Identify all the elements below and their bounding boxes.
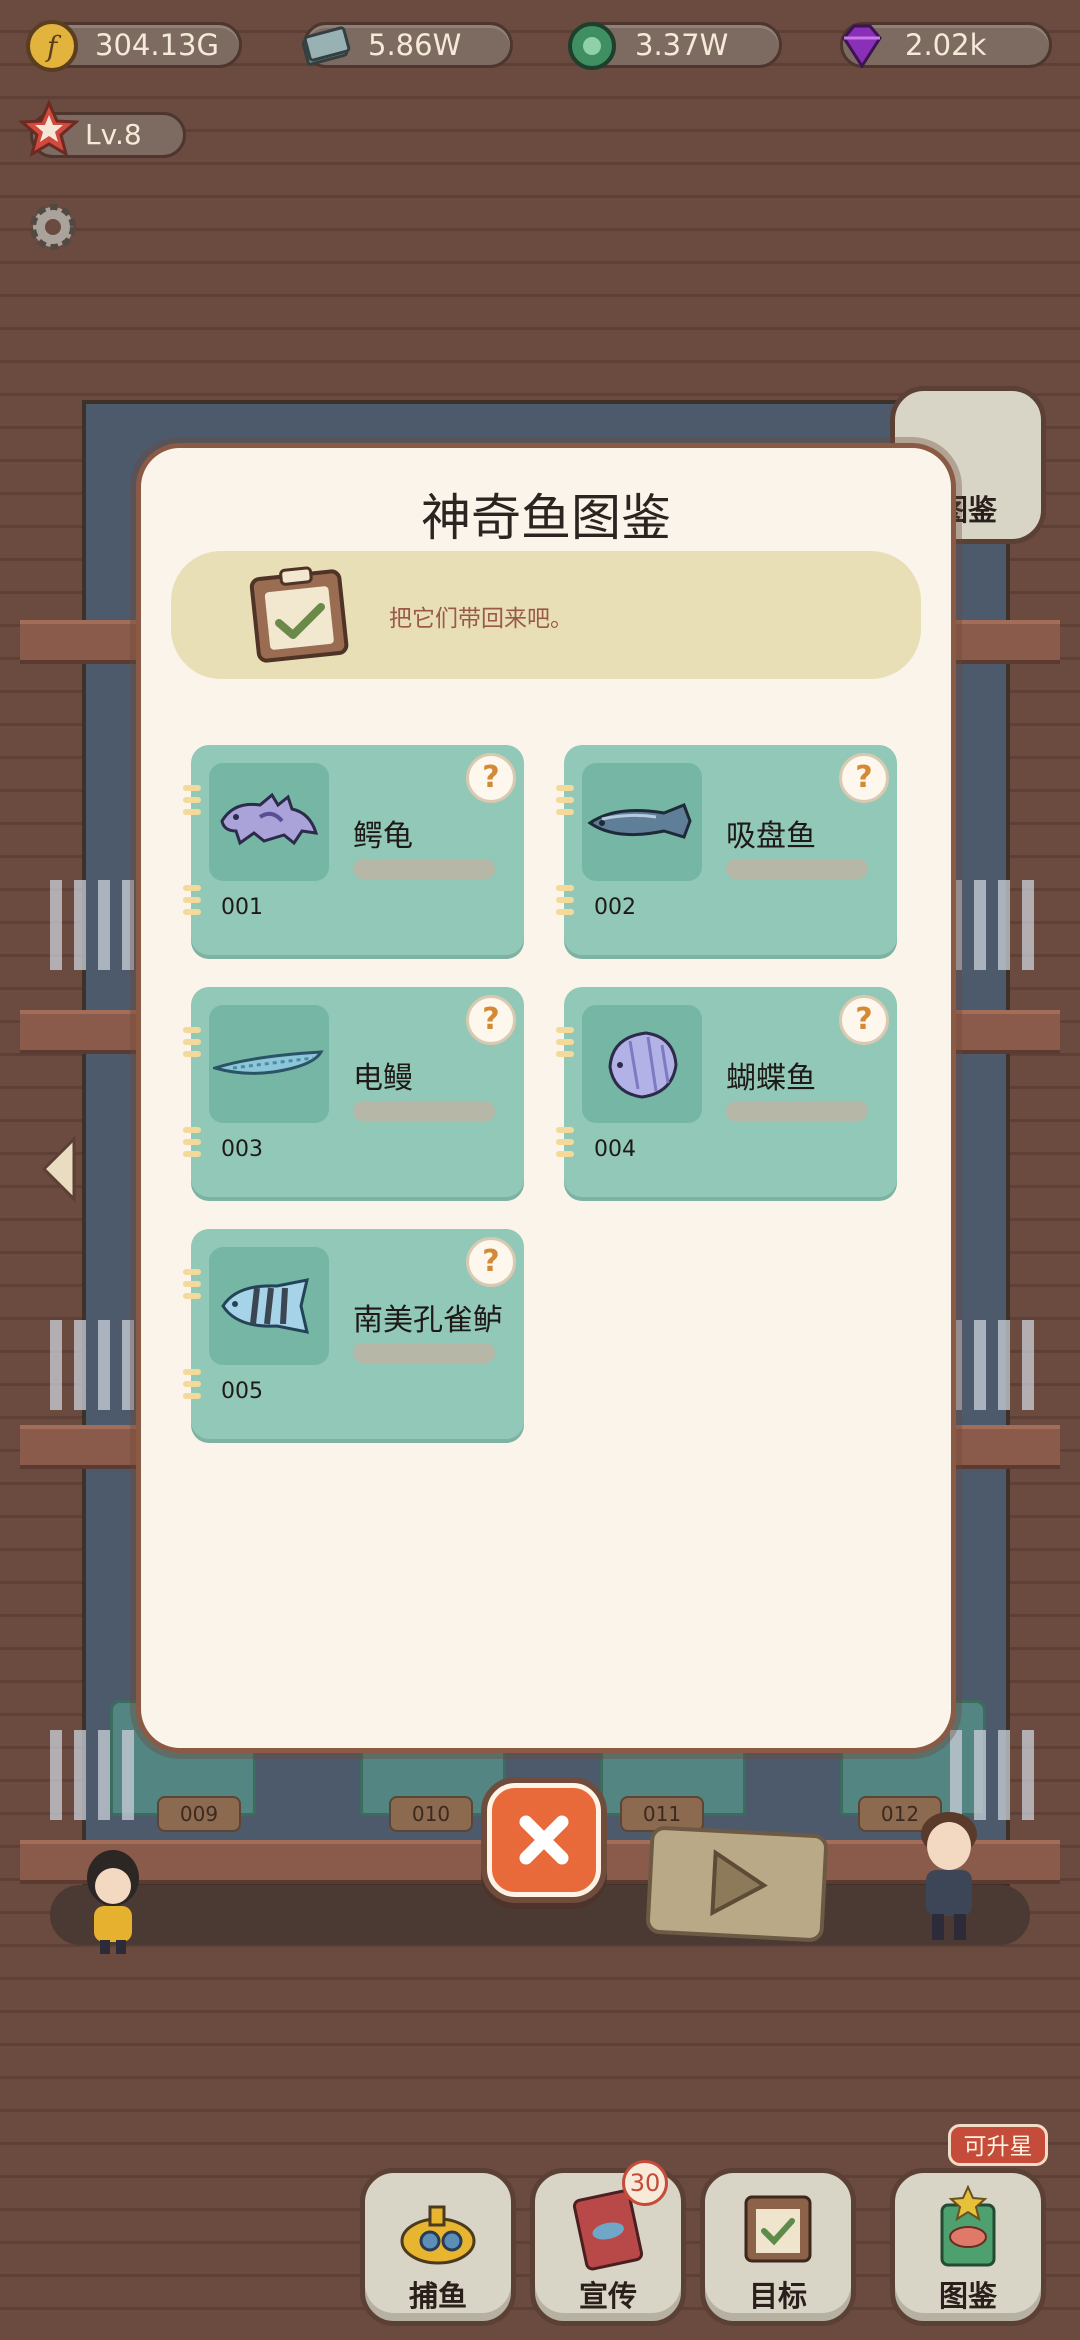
- notification-badge: 30: [622, 2160, 668, 2206]
- notes-counter[interactable]: 5.86W: [301, 22, 513, 68]
- level-text: Lv.8: [85, 118, 142, 151]
- progress-bar: [353, 1343, 495, 1363]
- coin-value: 304.13G: [95, 28, 219, 62]
- progress-bar: [353, 1101, 495, 1121]
- fence-decoration: [50, 880, 140, 970]
- gear-token-value: 3.37W: [635, 28, 729, 62]
- fence-decoration: [950, 1730, 1040, 1820]
- fence-decoration: [50, 1320, 140, 1410]
- coin-icon: f: [21, 15, 83, 77]
- left-arrow-icon[interactable]: [38, 1135, 78, 1203]
- fence-decoration: [950, 880, 1040, 970]
- submarine-icon: [390, 2185, 486, 2275]
- fish-name: 鳄龟: [353, 819, 413, 854]
- notes-value: 5.86W: [368, 28, 462, 62]
- snapping-turtle-icon: [209, 763, 329, 881]
- dialog-title: 神奇鱼图鉴: [421, 489, 671, 547]
- nav-label: 图鉴: [938, 2279, 997, 2313]
- question-mark-icon[interactable]: ?: [466, 1237, 516, 1287]
- close-button[interactable]: [487, 1783, 601, 1897]
- fish-number: 003: [221, 1137, 263, 1162]
- level-badge[interactable]: Lv.8: [18, 99, 186, 158]
- star-icon: [18, 99, 80, 159]
- tank-number-label: 009: [157, 1796, 241, 1832]
- coin-counter[interactable]: f 304.13G: [26, 20, 242, 72]
- electric-eel-icon: [209, 1005, 329, 1123]
- question-mark-icon[interactable]: ?: [466, 753, 516, 803]
- fish-card-003[interactable]: 电鳗 003 ?: [183, 987, 524, 1197]
- fish-catalog-dialog: 神奇鱼图鉴 把它们带回来吧。 鳄龟 001 ? 吸盘鱼 002 ? 电鳗 003…: [136, 443, 956, 1753]
- fish-card-004[interactable]: 蝴蝶鱼 004 ?: [556, 987, 897, 1197]
- nav-fishing-button[interactable]: 捕鱼: [360, 2168, 516, 2326]
- gear-token-counter[interactable]: 3.37W: [568, 22, 782, 70]
- hint-banner: 把它们带回来吧。: [171, 551, 921, 679]
- gem-value: 2.02k: [905, 28, 987, 62]
- question-mark-icon[interactable]: ?: [466, 995, 516, 1045]
- fish-number: 001: [221, 895, 263, 920]
- character-girl[interactable]: [80, 1848, 146, 1958]
- fish-name: 蝴蝶鱼: [726, 1061, 816, 1096]
- checklist-icon: [730, 2185, 826, 2275]
- upgrade-star-tag: 可升星: [948, 2124, 1048, 2166]
- fish-number: 005: [221, 1379, 263, 1404]
- progress-bar: [726, 1101, 868, 1121]
- tank-number-label: 010: [389, 1796, 473, 1832]
- hint-text: 把它们带回来吧。: [389, 606, 573, 632]
- fish-name: 吸盘鱼: [726, 819, 816, 854]
- nav-catalog-button[interactable]: 图鉴: [890, 2168, 1046, 2326]
- fence-decoration: [950, 1320, 1040, 1410]
- clipboard-check-icon: [249, 565, 349, 663]
- video-ad-sign[interactable]: [645, 1825, 829, 1943]
- nav-label: 宣传: [578, 2279, 637, 2313]
- fish-number: 004: [594, 1137, 636, 1162]
- character-boy[interactable]: [912, 1808, 986, 1946]
- fish-name: 电鳗: [353, 1061, 413, 1096]
- fish-name: 南美孔雀鲈: [353, 1303, 503, 1338]
- question-mark-icon[interactable]: ?: [839, 995, 889, 1045]
- fish-card-002[interactable]: 吸盘鱼 002 ?: [556, 745, 897, 955]
- nav-goals-button[interactable]: 目标: [700, 2168, 856, 2326]
- nav-label: 目标: [748, 2279, 807, 2313]
- fence-decoration: [50, 1730, 140, 1820]
- fish-number: 002: [594, 895, 636, 920]
- close-icon: [519, 1815, 569, 1865]
- progress-bar: [726, 859, 868, 879]
- progress-bar: [353, 859, 495, 879]
- butterfly-fish-icon: [582, 1005, 702, 1123]
- money-stack-icon: [294, 15, 356, 77]
- question-mark-icon[interactable]: ?: [839, 753, 889, 803]
- gear-token-icon: [561, 15, 623, 77]
- fish-card-001[interactable]: 鳄龟 001 ?: [183, 745, 524, 955]
- settings-gear-icon[interactable]: [24, 198, 82, 256]
- fish-card-005[interactable]: 南美孔雀鲈 005 ?: [183, 1229, 524, 1439]
- remora-fish-icon: [582, 763, 702, 881]
- gem-icon: [831, 15, 893, 77]
- gem-counter[interactable]: 2.02k: [840, 22, 1052, 69]
- peacock-bass-icon: [209, 1247, 329, 1365]
- fish-book-icon: [920, 2184, 1016, 2275]
- nav-label: 捕鱼: [408, 2279, 467, 2313]
